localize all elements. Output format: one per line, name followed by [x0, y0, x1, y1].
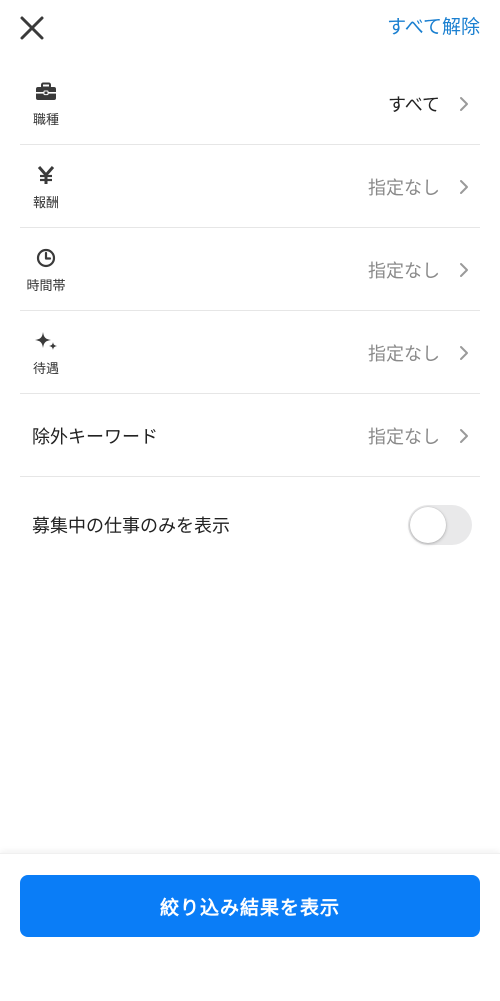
chevron-right-icon — [456, 228, 472, 311]
exclude-keyword-label: 除外キーワード — [32, 426, 158, 448]
filter-row-job-type[interactable]: 職種 すべて — [20, 62, 480, 145]
filter-label-block: 待遇 — [20, 311, 72, 394]
filter-row-exclude-keyword[interactable]: 除外キーワード 指定なし — [20, 394, 480, 477]
filter-row-benefits[interactable]: 待遇 指定なし — [20, 311, 480, 394]
filter-label: 待遇 — [32, 362, 59, 377]
exclude-keyword-value: 指定なし — [368, 426, 440, 448]
filter-label: 報酬 — [32, 196, 59, 211]
yen-icon — [34, 163, 58, 187]
chevron-right-icon — [456, 145, 472, 228]
toggle-knob — [410, 507, 446, 543]
apply-filters-button[interactable]: 絞り込み結果を表示 — [20, 875, 480, 937]
filter-value: 指定なし — [368, 343, 440, 365]
filter-value: 指定なし — [368, 260, 440, 282]
filter-label-block: 報酬 — [20, 145, 72, 228]
header: すべて解除 — [0, 0, 500, 56]
filter-value: すべて — [387, 94, 440, 116]
filter-label-block: 職種 — [20, 62, 72, 145]
close-icon — [20, 16, 44, 40]
recruiting-only-label: 募集中の仕事のみを表示 — [32, 516, 230, 537]
filter-label: 時間帯 — [26, 279, 66, 294]
filter-value: 指定なし — [368, 177, 440, 199]
recruiting-only-toggle[interactable] — [408, 505, 472, 545]
clock-icon — [34, 246, 58, 270]
filter-row-time-slot[interactable]: 時間帯 指定なし — [20, 228, 480, 311]
briefcase-icon — [34, 80, 58, 104]
footer: 絞り込み結果を表示 — [0, 853, 500, 1001]
chevron-right-icon — [456, 311, 472, 394]
reset-all-link[interactable]: すべて解除 — [387, 14, 480, 40]
filter-list: 職種 すべて 報酬 指定なし 時間帯 指定なし 待遇 指定なし 除外キーワード … — [20, 62, 480, 477]
sparkle-icon — [34, 329, 58, 353]
filter-label-block: 時間帯 — [20, 228, 72, 311]
recruiting-only-row: 募集中の仕事のみを表示 — [20, 478, 480, 572]
close-button[interactable] — [16, 12, 48, 44]
chevron-right-icon — [456, 62, 472, 145]
filter-row-reward[interactable]: 報酬 指定なし — [20, 145, 480, 228]
filter-label: 職種 — [32, 113, 59, 128]
chevron-right-icon — [456, 394, 472, 477]
